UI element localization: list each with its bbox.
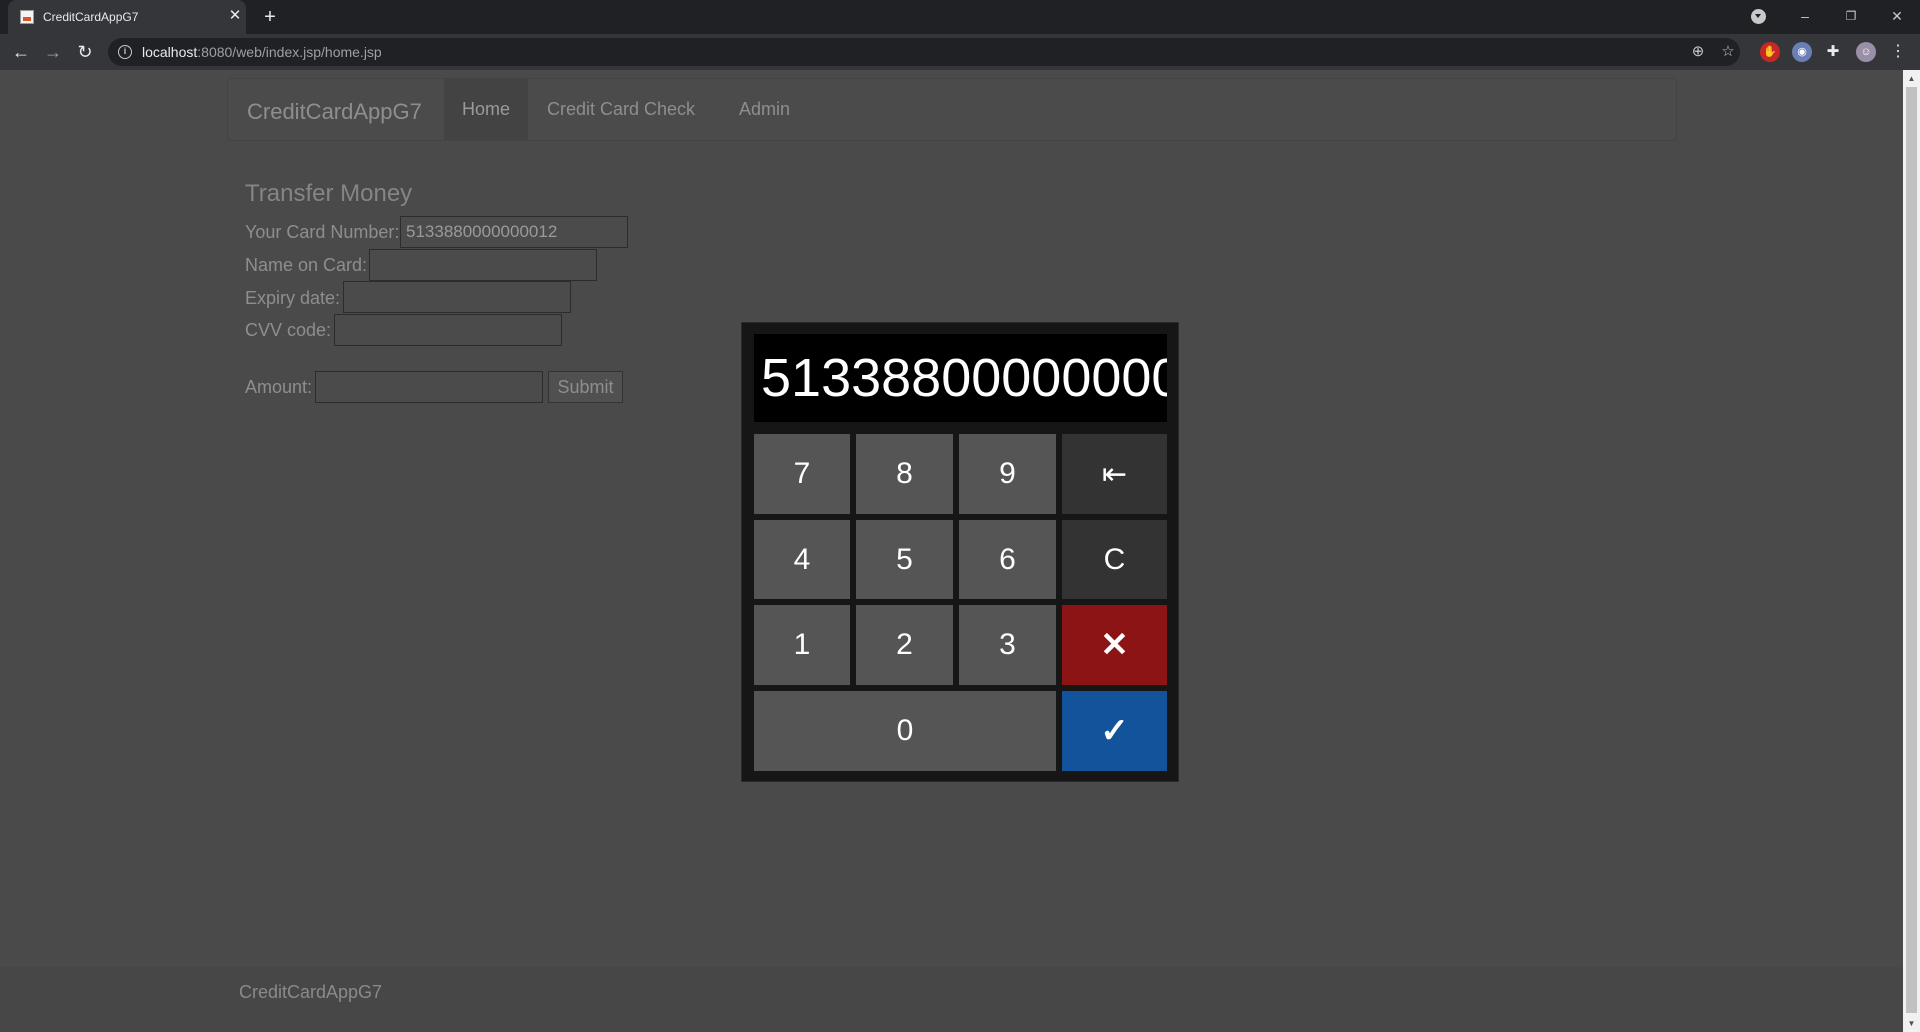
name-on-card-label: Name on Card:: [245, 255, 368, 275]
key-6[interactable]: 6: [959, 520, 1056, 599]
numeric-keypad-dialog: 5133880000000012 7 8 9 ⇤ 4 5 6 C 1 2 3 ✕…: [741, 322, 1179, 782]
cvv-code-input[interactable]: [334, 314, 562, 346]
cvv-code-label: CVV code:: [245, 320, 332, 340]
key-0[interactable]: 0: [754, 691, 1056, 771]
forward-arrow-icon[interactable]: →: [41, 40, 65, 64]
extension-stop-icon[interactable]: ✋: [1760, 42, 1780, 62]
key-3[interactable]: 3: [959, 605, 1056, 685]
bookmark-star-icon[interactable]: ☆: [1718, 42, 1738, 62]
browser-menu-icon[interactable]: ⋮: [1888, 42, 1908, 62]
restore-button[interactable]: ❐: [1836, 4, 1866, 28]
amount-label: Amount:: [245, 377, 313, 397]
name-on-card-input[interactable]: [369, 249, 597, 281]
page-scrollbar[interactable]: ▲ ▼: [1903, 70, 1920, 1032]
page-title: Transfer Money: [245, 180, 413, 207]
expiry-date-label: Expiry date:: [245, 288, 341, 308]
tab-close-icon[interactable]: ✕: [226, 7, 244, 25]
scroll-down-arrow-icon[interactable]: ▼: [1903, 1015, 1920, 1032]
minimize-button[interactable]: –: [1790, 4, 1820, 28]
navbar-brand[interactable]: CreditCardAppG7: [247, 99, 422, 125]
favicon-icon: [20, 10, 34, 24]
key-4[interactable]: 4: [754, 520, 850, 599]
new-tab-button[interactable]: +: [258, 6, 282, 28]
url-text: localhost:8080/web/index.jsp/home.jsp: [142, 44, 382, 60]
site-navbar: CreditCardAppG7 Home Credit Card Check A…: [227, 78, 1677, 141]
footer-text: CreditCardAppG7: [239, 982, 383, 1002]
close-window-button[interactable]: ✕: [1882, 4, 1912, 28]
amount-input[interactable]: [315, 371, 543, 403]
back-arrow-icon[interactable]: ←: [9, 40, 33, 64]
scrollbar-thumb[interactable]: [1906, 87, 1917, 1013]
scroll-up-arrow-icon[interactable]: ▲: [1903, 70, 1920, 87]
url-path: :8080/web/index.jsp/home.jsp: [197, 44, 382, 60]
address-bar[interactable]: i localhost:8080/web/index.jsp/home.jsp …: [108, 38, 1740, 66]
card-number-label: Your Card Number:: [245, 222, 400, 242]
nav-item-admin[interactable]: Admin: [721, 79, 808, 140]
profile-avatar[interactable]: ☺: [1856, 42, 1876, 62]
tab-title: CreditCardAppG7: [43, 10, 139, 24]
submit-button[interactable]: Submit: [548, 371, 623, 403]
extension-globe-icon[interactable]: ◉: [1792, 42, 1812, 62]
expiry-date-input[interactable]: [343, 281, 571, 313]
keypad-display: 5133880000000012: [754, 334, 1167, 422]
backspace-key[interactable]: ⇤: [1062, 434, 1167, 514]
site-info-icon[interactable]: i: [118, 45, 132, 59]
url-host: localhost: [142, 44, 198, 60]
browser-toolbar: ← → ↻ i localhost:8080/web/index.jsp/hom…: [0, 34, 1920, 70]
zoom-icon[interactable]: ⊕: [1688, 42, 1708, 62]
tab-search-icon[interactable]: [1751, 9, 1766, 24]
nav-item-home[interactable]: Home: [444, 79, 529, 140]
clear-key[interactable]: C: [1062, 520, 1167, 599]
key-1[interactable]: 1: [754, 605, 850, 685]
page-footer: CreditCardAppG7: [0, 967, 1903, 1032]
key-9[interactable]: 9: [959, 434, 1056, 514]
cancel-key[interactable]: ✕: [1062, 605, 1167, 685]
key-5[interactable]: 5: [856, 520, 953, 599]
nav-item-credit-card-check[interactable]: Credit Card Check: [529, 79, 713, 140]
key-8[interactable]: 8: [856, 434, 953, 514]
browser-tab[interactable]: CreditCardAppG7 ✕: [8, 0, 246, 34]
extensions-puzzle-icon[interactable]: ✚: [1823, 42, 1843, 62]
reload-icon[interactable]: ↻: [73, 40, 97, 64]
key-7[interactable]: 7: [754, 434, 850, 514]
accept-key[interactable]: ✓: [1062, 691, 1167, 771]
key-2[interactable]: 2: [856, 605, 953, 685]
browser-tabstrip: CreditCardAppG7 ✕ + – ❐ ✕: [0, 0, 1920, 34]
card-number-input[interactable]: [400, 216, 628, 248]
